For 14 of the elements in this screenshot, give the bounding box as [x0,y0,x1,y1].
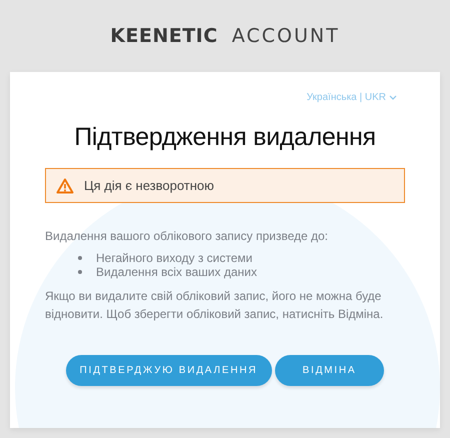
bullet-icon [78,270,82,274]
page-title: Підтвердження видалення [73,123,377,152]
language-selector[interactable]: Українська | UKR [306,92,397,103]
bullet-icon [78,256,82,260]
chevron-down-icon [389,95,397,100]
confirm-button[interactable]: ПІДТВЕРДЖУЮ ВИДАЛЕННЯ [66,355,272,386]
logo: KEENETIC ACCOUNT [110,24,340,48]
intro-text: Видалення вашого облікового запису призведе до: [45,229,330,243]
warning-icon [56,178,74,194]
list-item-text: Негайного виходу з системи [96,251,252,265]
alert-text: Ця дія є незворотною [84,178,214,193]
note-text: Якщо ви видалите свій обліковий запис, його не можна буде відновити. Щоб зберегти обліковий запис, натисніть Відміна. [45,288,384,323]
list-item-text: Видалення всіх ваших даних [96,265,257,279]
cancel-button[interactable]: ВІДМІНА [274,355,384,386]
